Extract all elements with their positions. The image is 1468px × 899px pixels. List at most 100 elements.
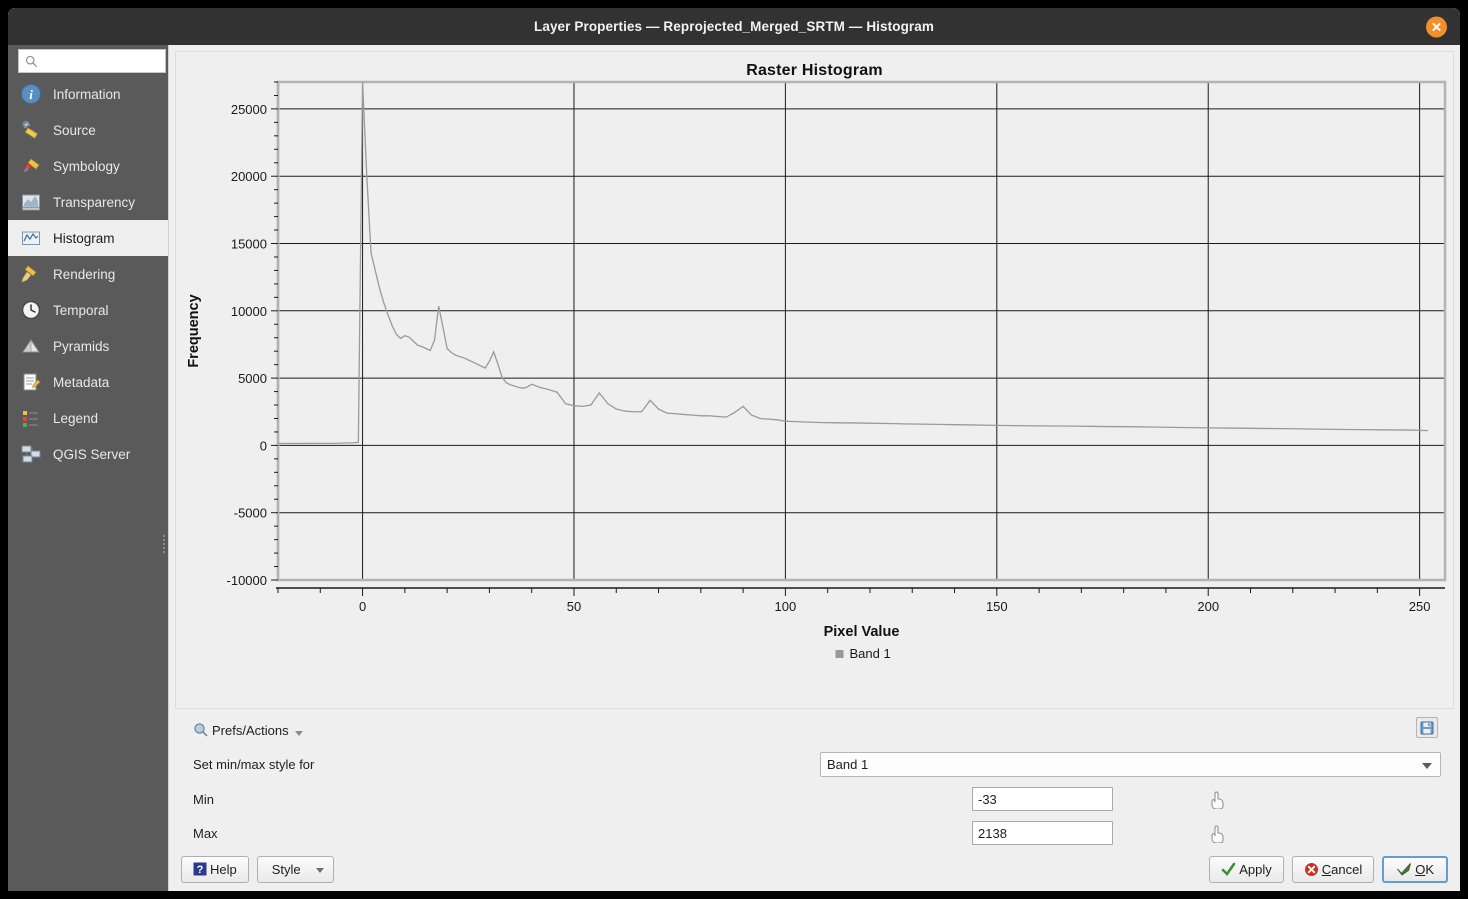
sidebar-scroll-handle[interactable] xyxy=(163,535,166,553)
band-style-row: Set min/max style for Band 1 xyxy=(193,752,1452,777)
svg-text:20000: 20000 xyxy=(231,169,267,184)
max-row: Max xyxy=(193,821,1452,845)
svg-text:100: 100 xyxy=(775,599,797,614)
sidebar-item-label: Source xyxy=(53,122,96,138)
style-label: Style xyxy=(271,861,301,877)
apply-label: Apply xyxy=(1239,861,1272,877)
prefs-actions-button[interactable]: Prefs/Actions xyxy=(193,719,1452,741)
histogram-chart: -10000 -5000 0 5000 10000 15000 20000 25000 0 50 1… xyxy=(186,80,1447,661)
sidebar-item-pyramids[interactable]: Pyramids xyxy=(8,328,168,364)
prefs-magnifier-icon xyxy=(194,723,208,737)
sidebar-item-qgis-server[interactable]: QGIS Server xyxy=(8,436,168,472)
content-panel: Raster Histogram -10000 -5000 0 5000 10000 15… xyxy=(168,45,1460,891)
source-icon xyxy=(20,119,42,141)
search-input[interactable] xyxy=(18,49,166,73)
symbology-icon xyxy=(20,155,42,177)
svg-text:50: 50 xyxy=(567,599,581,614)
cancel-label: Cancel xyxy=(1321,861,1363,877)
qgis-server-icon xyxy=(20,443,42,465)
sidebar-item-transparency[interactable]: Transparency xyxy=(8,184,168,220)
sidebar-item-label: QGIS Server xyxy=(53,446,131,462)
rendering-icon xyxy=(20,263,42,285)
style-button[interactable]: Style xyxy=(256,855,334,883)
max-label: Max xyxy=(193,825,218,841)
prefs-actions-label: Prefs/Actions xyxy=(212,722,289,738)
help-button[interactable]: ? Help xyxy=(181,855,249,883)
histogram-icon xyxy=(20,227,42,249)
title-bar: Layer Properties — Reprojected_Merged_SR… xyxy=(8,8,1460,45)
pointer-hand-icon[interactable] xyxy=(1208,789,1226,809)
sidebar-item-histogram[interactable]: Histogram xyxy=(8,220,168,256)
sidebar-item-rendering[interactable]: Rendering xyxy=(8,256,168,292)
sidebar-nav: i Information Source Symbology Transpare… xyxy=(8,76,168,891)
metadata-icon xyxy=(20,371,42,393)
transparency-icon xyxy=(20,191,42,213)
svg-text:0: 0 xyxy=(359,599,366,614)
help-label: Help xyxy=(210,861,237,877)
cancel-button[interactable]: Cancel xyxy=(1291,855,1375,883)
info-icon: i xyxy=(20,83,42,105)
chevron-down-icon xyxy=(315,867,324,873)
svg-text:200: 200 xyxy=(1197,599,1219,614)
save-histogram-button[interactable] xyxy=(1416,717,1438,738)
sidebar-item-source[interactable]: Source xyxy=(8,112,168,148)
sidebar-item-label: Metadata xyxy=(53,374,110,390)
search-icon xyxy=(25,55,38,67)
sidebar-item-metadata[interactable]: Metadata xyxy=(8,364,168,400)
sidebar-item-label: Legend xyxy=(53,410,99,426)
check-icon xyxy=(1221,862,1236,876)
min-input[interactable] xyxy=(972,787,1113,811)
svg-text:5000: 5000 xyxy=(238,371,267,386)
chevron-down-icon xyxy=(294,730,303,736)
svg-text:Band 1: Band 1 xyxy=(850,646,891,661)
temporal-icon xyxy=(20,299,42,321)
sidebar-item-information[interactable]: i Information xyxy=(8,76,168,112)
pointer-hand-icon[interactable] xyxy=(1208,823,1226,843)
svg-text:-5000: -5000 xyxy=(234,506,267,521)
window-title: Layer Properties — Reprojected_Merged_SR… xyxy=(533,19,934,34)
sidebar: i Information Source Symbology Transpare… xyxy=(8,45,168,891)
save-icon xyxy=(1420,721,1434,734)
sidebar-item-label: Temporal xyxy=(53,302,109,318)
sidebar-item-symbology[interactable]: Symbology xyxy=(8,148,168,184)
ok-label: OK xyxy=(1415,861,1434,877)
layer-properties-window: Layer Properties — Reprojected_Merged_SR… xyxy=(8,8,1460,891)
sidebar-item-label: Transparency xyxy=(53,194,136,210)
help-icon: ? xyxy=(193,862,207,876)
histogram-plot-panel: Raster Histogram -10000 -5000 0 5000 10000 15… xyxy=(175,51,1454,709)
sidebar-item-label: Histogram xyxy=(53,230,115,246)
band-select-value: Band 1 xyxy=(827,757,869,772)
sidebar-item-label: Information xyxy=(53,86,121,102)
svg-text:25000: 25000 xyxy=(231,102,267,117)
apply-button[interactable]: Apply xyxy=(1209,855,1284,883)
cancel-icon xyxy=(1304,862,1318,876)
min-row: Min xyxy=(193,787,1452,811)
sidebar-item-label: Symbology xyxy=(53,158,120,174)
svg-text:250: 250 xyxy=(1409,599,1431,614)
dialog-footer: ? Help Style Apply Cancel OK xyxy=(169,847,1460,891)
min-label: Min xyxy=(193,791,214,807)
band-select[interactable]: Band 1 xyxy=(820,752,1441,777)
histogram-controls: Prefs/Actions Set min/max style for Band… xyxy=(169,709,1460,847)
svg-text:0: 0 xyxy=(260,438,267,453)
ok-button[interactable]: OK xyxy=(1382,855,1448,883)
pyramids-icon xyxy=(20,335,42,357)
legend-icon xyxy=(20,407,42,429)
svg-text:-10000: -10000 xyxy=(227,573,267,588)
ok-check-icon xyxy=(1397,862,1412,876)
svg-text:i: i xyxy=(29,87,33,102)
cancel-label-rest: ancel xyxy=(1331,861,1363,877)
close-icon[interactable] xyxy=(1426,16,1447,37)
max-input[interactable] xyxy=(972,821,1113,845)
band-style-label: Set min/max style for xyxy=(193,757,315,772)
svg-text:?: ? xyxy=(197,864,204,876)
svg-text:15000: 15000 xyxy=(231,237,267,252)
sidebar-item-temporal[interactable]: Temporal xyxy=(8,292,168,328)
search-container xyxy=(8,45,168,76)
sidebar-item-label: Pyramids xyxy=(53,338,110,354)
svg-text:Pixel Value: Pixel Value xyxy=(824,624,900,640)
svg-text:Frequency: Frequency xyxy=(186,294,202,367)
sidebar-item-legend[interactable]: Legend xyxy=(8,400,168,436)
svg-text:150: 150 xyxy=(986,599,1008,614)
chevron-down-icon xyxy=(1422,763,1432,769)
